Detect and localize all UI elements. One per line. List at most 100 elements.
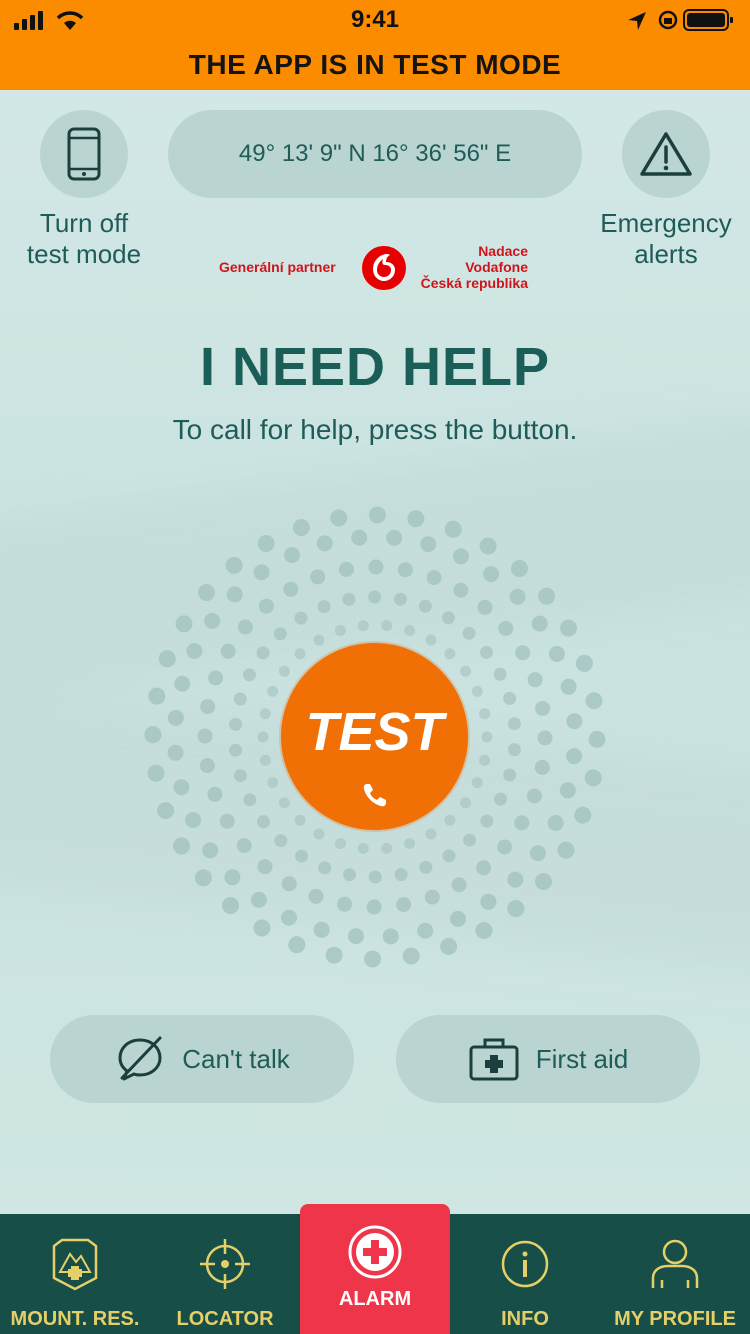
ring-dot: [281, 909, 297, 926]
ring-dot: [450, 910, 466, 927]
ring-dot: [219, 813, 235, 829]
ring-dot: [442, 849, 456, 863]
ring-dot: [444, 814, 456, 826]
ring-dot: [147, 764, 165, 782]
ring-dot: [531, 615, 548, 632]
ring-dot: [202, 842, 219, 859]
ring-dot: [479, 708, 491, 720]
ring-dot: [547, 815, 564, 831]
profile-icon: [651, 1239, 699, 1288]
ring-dot: [220, 643, 236, 659]
ring-dot: [259, 754, 271, 766]
ring-dot: [511, 560, 528, 577]
tab-label: LOCATOR: [176, 1308, 274, 1330]
ring-dot: [417, 922, 434, 939]
ring-dot: [334, 625, 346, 636]
ring-dot: [229, 717, 243, 731]
ring-dot: [207, 786, 223, 802]
ring-dot: [292, 519, 310, 537]
ring-dot: [288, 936, 306, 954]
cant-talk-label: Can't talk: [182, 1043, 290, 1074]
ring-dot: [233, 692, 247, 706]
tab-label: MY PROFILE: [614, 1308, 736, 1330]
ring-dot: [460, 797, 472, 809]
ring-dot: [509, 588, 526, 605]
ring-dot: [566, 713, 583, 730]
ring-dot: [483, 566, 500, 583]
crosshair-icon: [200, 1239, 250, 1289]
ring-dot: [538, 587, 556, 605]
ring-dot: [493, 667, 507, 681]
ring-dot: [419, 860, 433, 874]
ring-dot: [560, 678, 577, 695]
tab-label: ALARM: [338, 1288, 412, 1310]
ring-dot: [368, 506, 386, 524]
tab-mountain-rescue[interactable]: MOUNT. RES.: [0, 1214, 150, 1334]
ring-dot: [308, 888, 324, 904]
ring-dot: [548, 646, 565, 662]
ring-dot: [381, 842, 393, 854]
ring-dot: [200, 699, 216, 715]
ring-dot: [167, 709, 184, 726]
ring-dot: [498, 620, 514, 636]
ring-dot: [420, 536, 437, 553]
ring-dot: [574, 806, 592, 824]
ring-dot: [404, 625, 416, 636]
ring-dot: [194, 869, 212, 887]
ring-dot: [274, 834, 288, 848]
ring-dot: [503, 691, 517, 705]
ring-dot: [173, 837, 190, 855]
ring-dot: [259, 708, 271, 720]
ring-dot: [281, 876, 297, 892]
ring-dot: [477, 599, 493, 615]
ring-dot: [515, 645, 531, 661]
ring-dot: [334, 838, 346, 849]
ring-dot: [497, 839, 513, 855]
ring-dot: [575, 654, 593, 672]
cant-talk-button[interactable]: Can't talk: [50, 1015, 354, 1103]
ring-dot: [382, 928, 399, 945]
first-aid-label: First aid: [535, 1043, 629, 1074]
ring-dot: [175, 615, 193, 633]
ring-dot: [237, 619, 253, 635]
ring-dot: [476, 860, 492, 876]
ring-dot: [393, 592, 407, 606]
ring-dot: [167, 744, 184, 761]
ring-dot: [453, 582, 469, 598]
ring-dot: [471, 685, 483, 697]
tab-alarm[interactable]: ALARM: [300, 1204, 450, 1334]
test-button-label: TEST: [305, 702, 444, 762]
ring-dot: [257, 859, 273, 875]
ring-dot: [157, 802, 175, 820]
ring-dot: [295, 849, 309, 863]
first-aid-button[interactable]: First aid: [396, 1015, 700, 1103]
ring-dot: [229, 743, 243, 757]
ring-dot: [535, 873, 552, 890]
ring-dot: [507, 717, 521, 731]
ring-dot: [440, 937, 458, 955]
ring-dot: [480, 814, 494, 828]
ring-dot: [507, 743, 521, 757]
test-alarm-button[interactable]: TEST: [281, 643, 468, 830]
ring-dot: [204, 612, 221, 629]
ring-dot: [243, 793, 257, 807]
ring-dot: [526, 788, 542, 804]
ring-dot: [144, 726, 162, 744]
ring-dot: [366, 899, 382, 915]
ring-dot: [158, 650, 176, 668]
ring-dot: [475, 922, 493, 939]
ring-dot: [351, 529, 368, 546]
ring-dot: [479, 754, 491, 766]
ring-dot: [481, 731, 493, 743]
ring-dot: [566, 748, 583, 765]
tab-info[interactable]: INFO: [450, 1214, 600, 1334]
ring-dot: [507, 900, 525, 918]
plus-circle-icon: [348, 1225, 402, 1279]
tab-locator[interactable]: LOCATOR: [150, 1214, 300, 1334]
ring-dot: [368, 559, 384, 575]
tab-my-profile[interactable]: MY PROFILE: [600, 1214, 750, 1334]
ring-dot: [357, 842, 369, 854]
ring-dot: [174, 675, 191, 692]
ring-dot: [397, 562, 413, 578]
phone-icon: [363, 784, 386, 807]
